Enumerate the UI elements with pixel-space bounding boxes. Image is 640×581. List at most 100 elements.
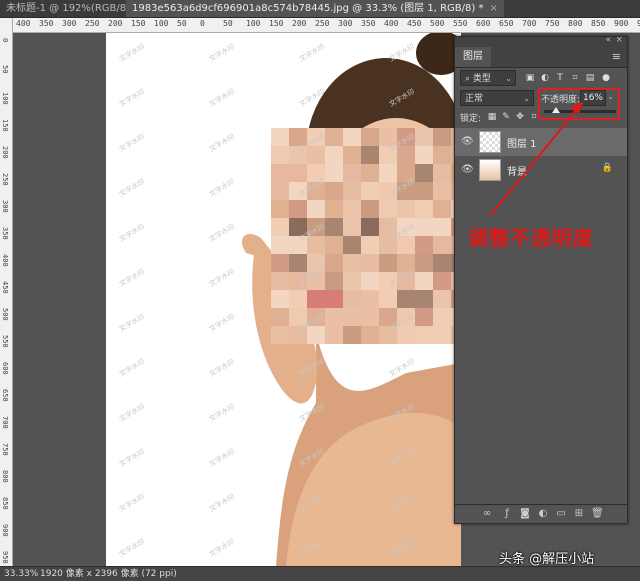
mosaic-tile [343,182,361,200]
ruler-tick-label: 150 [1,119,9,132]
zoom-level[interactable]: 33.33% [4,567,38,581]
lock-move-icon[interactable]: ✥ [514,111,526,123]
lock-transparent-icon[interactable]: ▦ [486,111,498,123]
mosaic-tile [361,128,379,146]
ruler-tick-label: 400 [16,19,31,28]
image-filter-icon[interactable]: ▣ [524,72,536,84]
close-icon[interactable]: × [615,35,623,45]
mosaic-tile [415,254,433,272]
panel-menu-icon[interactable]: ≡ [612,50,621,63]
smart-object-filter-icon[interactable]: ▤ [584,72,596,84]
mosaic-tile [361,290,379,308]
new-layer-icon[interactable]: ⊞ [573,508,585,519]
link-layers-icon[interactable]: ∞ [481,508,493,519]
mosaic-tile [433,218,451,236]
ruler-tick-label: 450 [1,281,9,294]
layer-style-icon[interactable]: ƒ [501,508,513,519]
panel-tabs: 图层 ≡ [455,47,627,68]
document-canvas[interactable]: 文字水印 文字水印 文字水印 文字水印 文字水印 文字水印 文字水印 文字水印 文字水印 文字水印… [106,33,461,566]
ruler-tick-label: 700 [522,19,537,28]
mosaic-tile [343,254,361,272]
mosaic-tile [343,236,361,254]
type-filter-icon[interactable]: T [554,72,566,84]
mosaic-tile [361,218,379,236]
mosaic-tile [343,272,361,290]
mosaic-tile [361,308,379,326]
ruler-tick-label: 0 [200,19,205,28]
layer-name[interactable]: 图层 1 [507,135,537,150]
mosaic-tile [361,164,379,182]
ruler-tick-label: 50 [1,65,9,74]
layer-thumbnail [479,131,501,153]
lock-icon: 🔒 [601,163,613,173]
filter-toggle-icon[interactable]: ● [600,72,612,84]
mosaic-tile [271,254,289,272]
adjustment-layer-icon[interactable]: ◐ [537,508,549,519]
document-info[interactable]: 1920 像素 x 2396 像素 (72 ppi) [40,567,177,581]
mosaic-tile [271,200,289,218]
mosaic-tile [433,254,451,272]
mosaic-tile [433,308,451,326]
ruler-tick-label: 750 [545,19,560,28]
layer-row[interactable]: 👁 图层 1 [455,128,627,156]
mosaic-tile [361,200,379,218]
ruler-tick-label: 850 [591,19,606,28]
mosaic-tile [433,272,451,290]
mosaic-tile [343,164,361,182]
mosaic-tile [325,236,343,254]
delete-layer-icon[interactable]: 🗑 [591,508,604,519]
new-group-icon[interactable]: ▭ [555,508,567,519]
ruler-tick-label: 800 [1,470,9,483]
mosaic-tile [271,290,289,308]
tab-photo[interactable]: 1983e563a6d9cf696901a8c574b78445.jpg @ 3… [126,0,504,17]
chevron-down-icon: ⌄ [523,94,530,103]
ruler-tick-label: 600 [476,19,491,28]
mosaic-tile [271,182,289,200]
mosaic-tile [397,290,415,308]
ruler-tick-label: 200 [108,19,123,28]
mosaic-tile [271,236,289,254]
blend-mode-select[interactable]: 正常 ⌄ [460,90,534,106]
ruler-tick-label: 250 [85,19,100,28]
ruler-tick-label: 600 [1,362,9,375]
ruler-tick-label: 50 [177,19,187,28]
panel-bottom-toolbar: ∞ ƒ ◙ ◐ ▭ ⊞ 🗑 [455,504,627,523]
ruler-tick-label: 200 [1,146,9,159]
tab-close-icon[interactable]: × [489,3,497,14]
ruler-tick-label: 150 [269,19,284,28]
mosaic-tile [433,236,451,254]
collapse-icon[interactable]: « [605,35,611,45]
layer-row[interactable]: 👁 背景 🔒 [455,156,627,184]
mosaic-tile [415,164,433,182]
tab-layers[interactable]: 图层 [455,47,491,67]
adjustment-filter-icon[interactable]: ◐ [539,72,551,84]
mosaic-tile [271,146,289,164]
mosaic-tile [415,218,433,236]
filter-kind-select[interactable]: ⌕ 类型 ⌄ [460,70,516,86]
shape-filter-icon[interactable]: ⌗ [569,72,581,84]
status-bar: 33.33% 1920 像素 x 2396 像素 (72 ppi) [0,566,640,581]
ruler-tick-label: 900 [614,19,629,28]
mosaic-tile [379,254,397,272]
opacity-highlight-box [538,88,620,120]
ruler-tick-label: 300 [1,200,9,213]
mosaic-tile [415,182,433,200]
ruler-tick-label: 100 [246,19,261,28]
layer-name[interactable]: 背景 [507,163,527,178]
ruler-tick-label: 250 [1,173,9,186]
mosaic-tile [433,128,451,146]
ruler-tick-label: 500 [1,308,9,321]
lock-artboard-icon[interactable]: ⌗ [528,111,540,123]
mosaic-tile [361,326,379,344]
eye-icon[interactable]: 👁 [461,164,474,175]
ruler-tick-label: 300 [338,19,353,28]
ruler-tick-label: 50 [223,19,233,28]
add-mask-icon[interactable]: ◙ [519,508,531,519]
mosaic-tile [271,308,289,326]
vertical-ruler: 0 50 100 150 200 250 300 350 400 450 500 550 600 650 7… [0,18,13,566]
eye-icon[interactable]: 👁 [461,136,474,147]
mosaic-tile [433,200,451,218]
mosaic-tile [379,164,397,182]
lock-paint-icon[interactable]: ✎ [500,111,512,123]
search-icon: ⌕ [465,74,473,84]
